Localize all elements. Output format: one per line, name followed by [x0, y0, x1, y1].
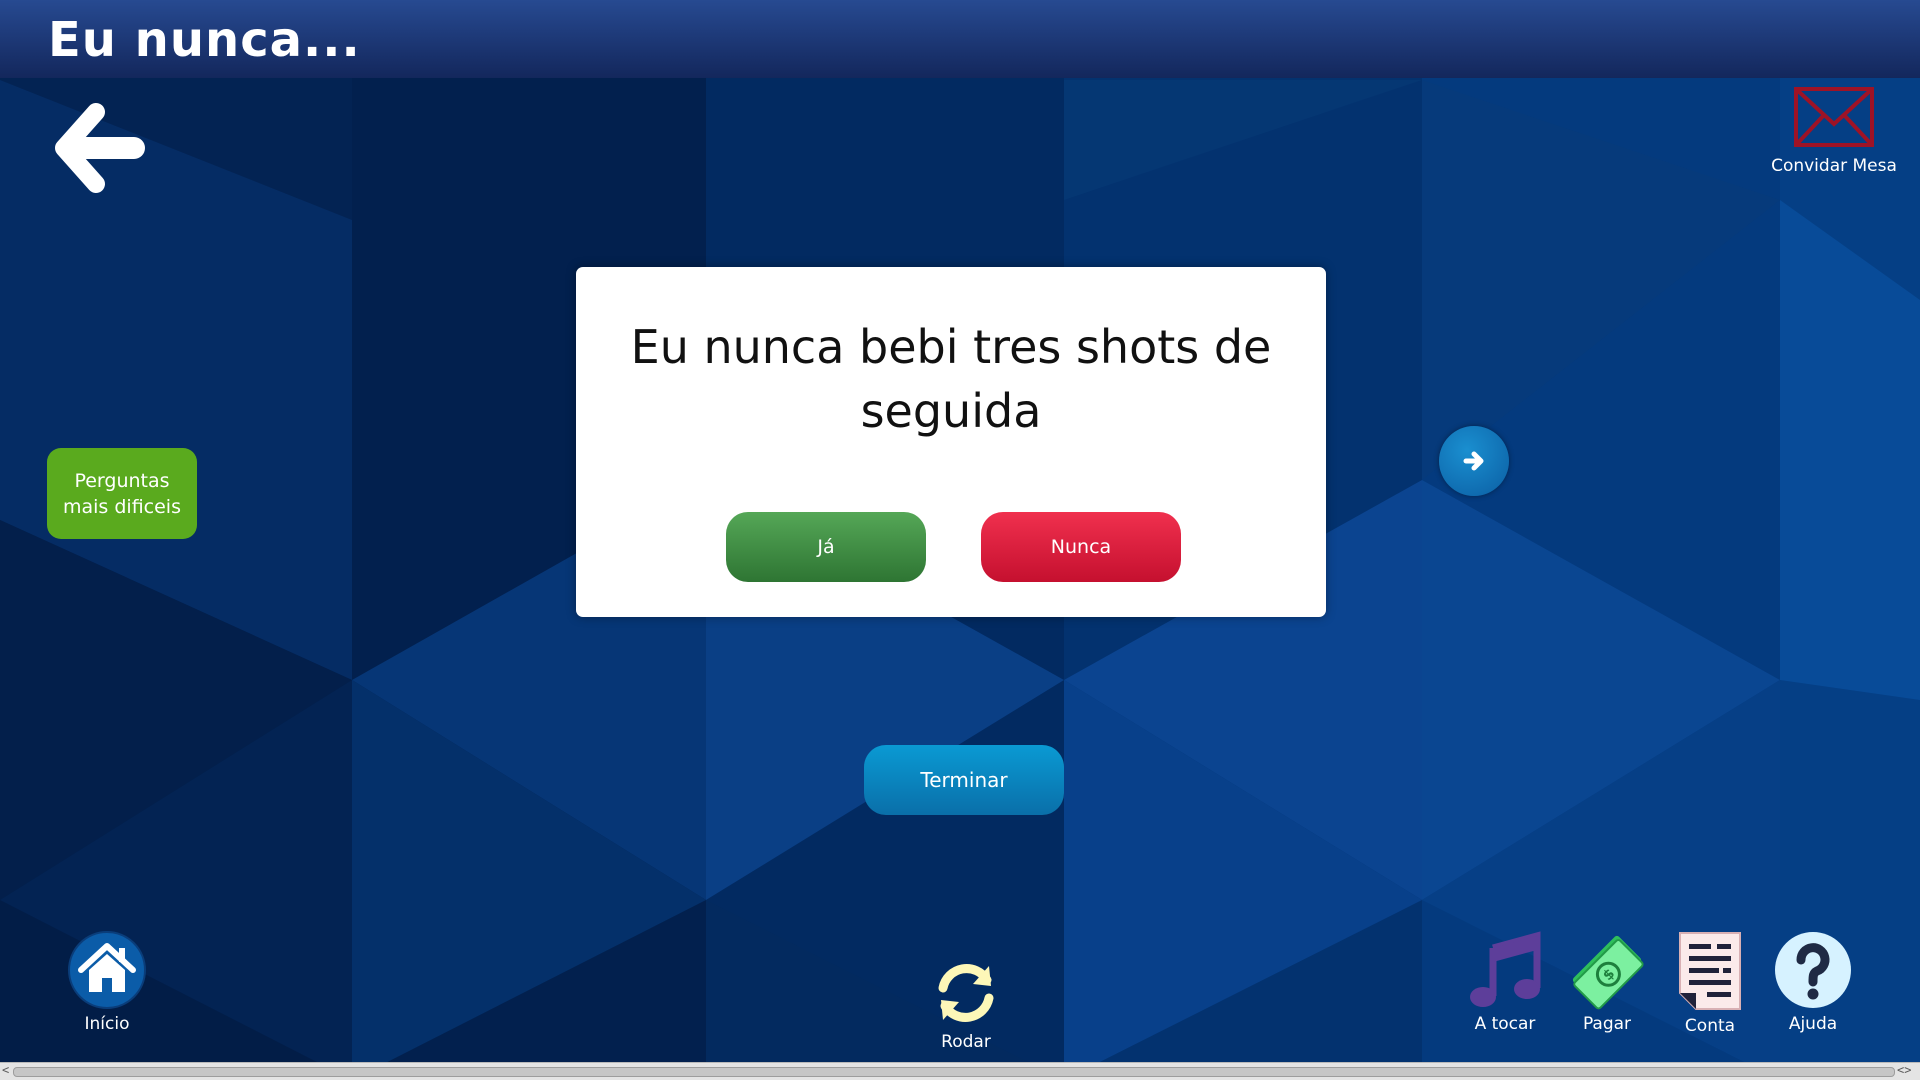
pay-label: Pagar — [1582, 1014, 1632, 1034]
music-note-icon — [1470, 931, 1541, 1007]
now-playing-label: A tocar — [1474, 1014, 1536, 1034]
home-label: Início — [84, 1014, 130, 1034]
now-playing-button[interactable]: A tocar — [1460, 930, 1550, 1034]
refresh-icon — [938, 964, 994, 1022]
finish-button[interactable]: Terminar — [864, 745, 1064, 815]
back-arrow-icon — [55, 103, 145, 193]
help-button[interactable]: Ajuda — [1768, 930, 1858, 1034]
game-screen: Eu nunca... Convidar Mesa Perguntas mais… — [0, 0, 1920, 1080]
scrollbar-thumb[interactable] — [13, 1067, 1895, 1077]
bill-label: Conta — [1684, 1016, 1736, 1036]
pay-button[interactable]: $ Pagar — [1562, 930, 1652, 1034]
scroll-right-arrows-icon[interactable]: <> — [1897, 1063, 1911, 1077]
home-button[interactable]: Início — [62, 930, 152, 1034]
bill-button[interactable]: Conta — [1665, 930, 1755, 1036]
question-card: Eu nunca bebi tres shots de seguida Já N… — [576, 267, 1326, 617]
receipt-icon — [1679, 932, 1741, 1010]
horizontal-scrollbar[interactable]: < <> — [0, 1062, 1920, 1080]
title-bar: Eu nunca... — [0, 0, 1920, 78]
money-icon: $ — [1572, 935, 1644, 1010]
spin-button[interactable]: Rodar — [921, 958, 1011, 1052]
help-label: Ajuda — [1788, 1014, 1838, 1034]
back-button[interactable] — [52, 100, 148, 196]
yes-button[interactable]: Já — [726, 512, 926, 582]
question-text: Eu nunca bebi tres shots de seguida — [630, 320, 1272, 438]
arrow-right-icon — [1463, 451, 1484, 471]
home-icon — [68, 931, 146, 1009]
scroll-left-arrow-icon[interactable]: < — [2, 1063, 9, 1077]
next-question-button[interactable] — [1439, 426, 1509, 496]
never-button[interactable]: Nunca — [981, 512, 1181, 582]
question-mark-icon — [1775, 932, 1851, 1008]
invite-table-label: Convidar Mesa — [1771, 156, 1897, 176]
harder-questions-button[interactable]: Perguntas mais dificeis — [47, 448, 197, 539]
page-title: Eu nunca... — [48, 12, 361, 68]
invite-table-button[interactable]: Convidar Mesa — [1760, 86, 1908, 196]
envelope-icon — [1794, 87, 1874, 147]
spin-label: Rodar — [941, 1032, 991, 1052]
